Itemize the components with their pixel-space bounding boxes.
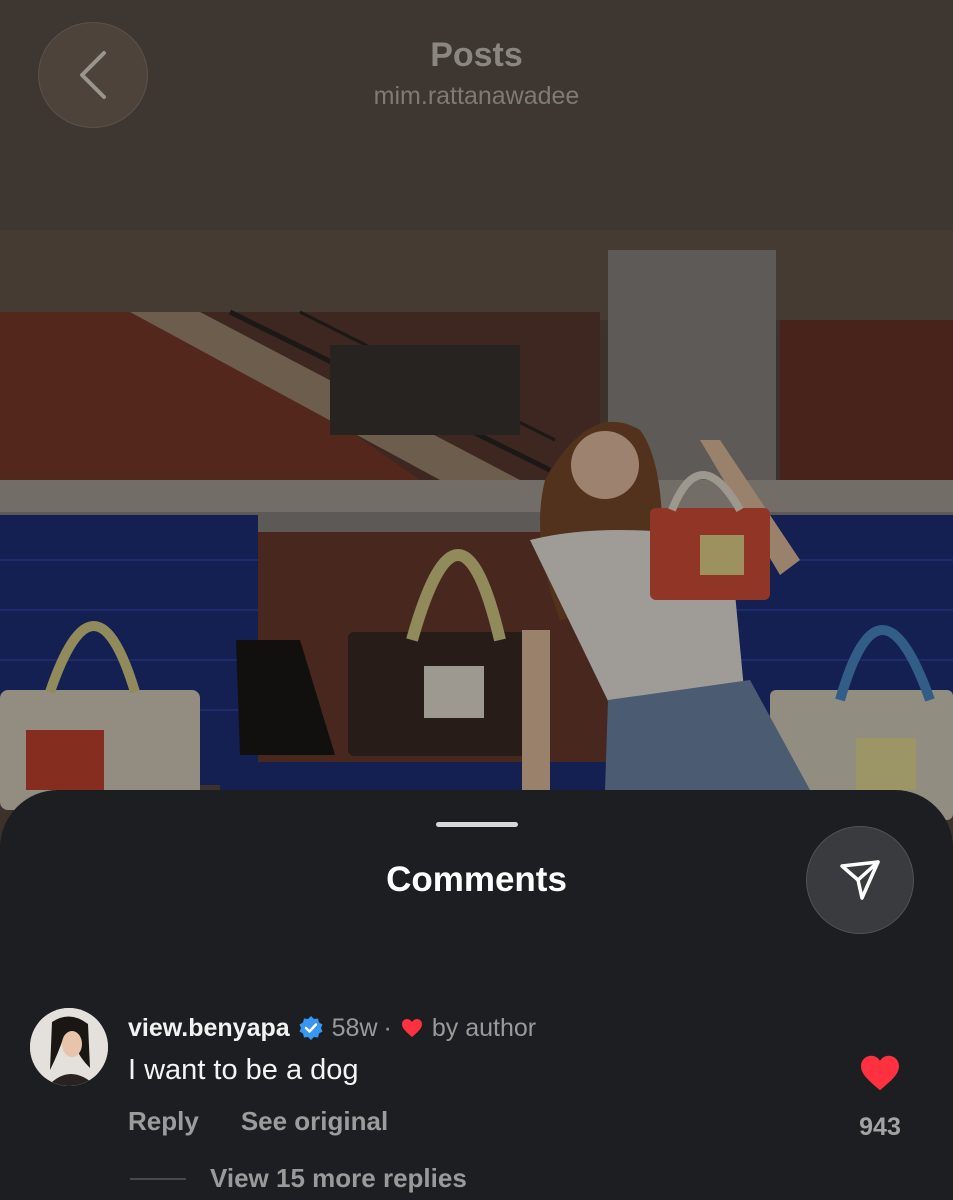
comment-like: 943 (850, 1054, 910, 1142)
send-icon (840, 860, 880, 900)
comment-separator: · (383, 1013, 392, 1042)
replies-divider (130, 1177, 186, 1180)
reply-button[interactable]: Reply (128, 1106, 199, 1137)
author-liked-heart-icon (401, 1019, 422, 1037)
see-original-button[interactable]: See original (241, 1106, 388, 1137)
comment-header: view.benyapa 58w · by author (128, 1010, 536, 1046)
comment-actions: Reply See original (128, 1106, 388, 1137)
share-button[interactable] (806, 826, 914, 934)
post-photo (0, 0, 953, 860)
avatar[interactable] (30, 1008, 108, 1086)
page-subtitle-username[interactable]: mim.rattanawadee (0, 82, 953, 111)
liked-by-author-label: by author (431, 1013, 537, 1042)
view-more-replies-button[interactable]: View 15 more replies (210, 1163, 467, 1194)
like-count: 943 (859, 1113, 901, 1141)
comment-text: I want to be a dog (128, 1054, 359, 1086)
verified-badge-icon (299, 1016, 323, 1040)
sheet-drag-handle[interactable] (436, 822, 518, 827)
comment-username[interactable]: view.benyapa (128, 1014, 290, 1043)
view-replies: View 15 more replies (130, 1163, 467, 1194)
comment-timestamp: 58w (331, 1013, 378, 1042)
page-title: Posts (430, 36, 523, 74)
like-heart-icon[interactable] (859, 1054, 901, 1092)
avatar-image (30, 1008, 108, 1086)
comments-sheet: Comments view.benyapa 58w · by author I … (0, 790, 953, 1200)
comment-item: view.benyapa 58w · by author I want to b… (30, 1008, 930, 1198)
